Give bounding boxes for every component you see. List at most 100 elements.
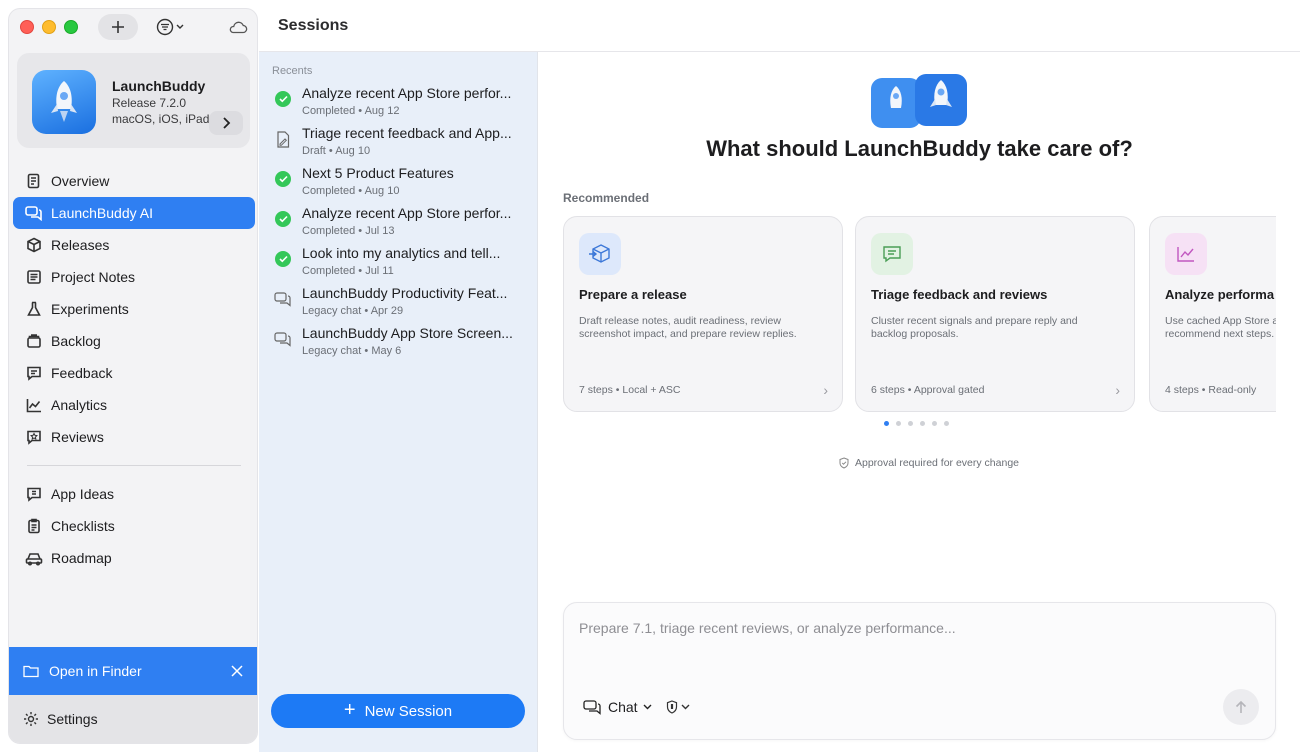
cloud-sync-button[interactable] [225, 14, 251, 40]
sidebar-divider [27, 465, 241, 466]
card-title: Triage feedback and reviews [871, 287, 1048, 302]
check-icon [274, 210, 292, 228]
permissions-selector[interactable] [666, 697, 690, 717]
chat-icon [274, 330, 292, 348]
rocket-icon [51, 81, 77, 122]
chevron-down-icon [681, 704, 690, 710]
draft-icon [274, 130, 292, 148]
sidebar-item-label: Project Notes [51, 269, 136, 285]
chat-icon [25, 204, 43, 222]
app-name: LaunchBuddy [112, 78, 206, 94]
session-title: Look into my analytics and tell... [302, 245, 501, 261]
overview-icon [25, 172, 43, 190]
composer: Chat [563, 602, 1276, 740]
sidebar-item-label: Reviews [51, 429, 104, 445]
session-item[interactable]: Triage recent feedback and App... Draft … [272, 125, 532, 165]
settings-button[interactable]: Settings [9, 695, 257, 743]
mode-label: Chat [608, 699, 638, 715]
pager-dot[interactable] [932, 421, 937, 426]
mode-selector[interactable]: Chat [583, 697, 652, 717]
window-controls [20, 20, 78, 34]
recents-label: Recents [272, 65, 313, 77]
session-item[interactable]: LaunchBuddy App Store Screen... Legacy c… [272, 325, 532, 365]
prompt-input[interactable] [579, 620, 1199, 636]
chat-icon [274, 290, 292, 308]
app-detail-button[interactable] [209, 111, 243, 135]
chart-icon [1165, 233, 1207, 275]
arrow-up-icon [1235, 700, 1247, 713]
box-icon [25, 236, 43, 254]
tray-icon [25, 332, 43, 350]
session-meta: Completed • Jul 13 [302, 225, 395, 237]
sidebar-item-label: Feedback [51, 365, 113, 381]
clipboard-icon [25, 517, 43, 535]
main-panel: What should LaunchBuddy take care of? Re… [539, 52, 1300, 752]
plus-icon [112, 21, 124, 33]
pager-dot[interactable] [884, 421, 889, 426]
new-session-button[interactable]: + New Session [271, 694, 525, 728]
sidebar-item-label: App Ideas [51, 486, 115, 502]
pager-dot[interactable] [908, 421, 913, 426]
zoom-window-button[interactable] [64, 20, 78, 34]
sidebar-item-checklists[interactable]: Checklists [13, 510, 255, 542]
pager-dot[interactable] [920, 421, 925, 426]
filter-icon [156, 18, 184, 36]
sidebar-item-roadmap[interactable]: Roadmap [13, 542, 255, 574]
filter-menu-button[interactable] [153, 14, 191, 40]
session-title: LaunchBuddy App Store Screen... [302, 325, 513, 341]
sidebar-item-app-ideas[interactable]: App Ideas [13, 478, 255, 510]
sidebar-item-releases[interactable]: Releases [13, 229, 255, 261]
app-card[interactable]: LaunchBuddy Release 7.2.0 macOS, iOS, iP… [17, 53, 250, 148]
chevron-right-icon: › [1115, 382, 1120, 398]
sidebar-item-label: Analytics [51, 397, 108, 413]
session-item[interactable]: LaunchBuddy Productivity Feat... Legacy … [272, 285, 532, 325]
session-item[interactable]: Next 5 Product Features Completed • Aug … [272, 165, 532, 205]
app-platforms: macOS, iOS, iPadOS [112, 112, 222, 126]
shield-icon [666, 700, 678, 714]
session-title: Analyze recent App Store perfor... [302, 205, 512, 221]
session-meta: Legacy chat • May 6 [302, 345, 402, 357]
app-release: Release 7.2.0 [112, 96, 187, 110]
pager-dot[interactable] [944, 421, 949, 426]
sidebar-item-reviews[interactable]: Reviews [13, 421, 255, 453]
sidebar-item-analytics[interactable]: Analytics [13, 389, 255, 421]
settings-label: Settings [47, 711, 98, 727]
box-arrow-icon [579, 233, 621, 275]
close-window-button[interactable] [20, 20, 34, 34]
session-item[interactable]: Analyze recent App Store perfor... Compl… [272, 205, 532, 245]
pager-dot[interactable] [896, 421, 901, 426]
feedback-icon [25, 364, 43, 382]
card-meta: 4 steps • Read-only [1165, 384, 1257, 396]
lightbulb-bubble-icon [25, 485, 43, 503]
session-item[interactable]: Look into my analytics and tell... Compl… [272, 245, 532, 285]
add-button[interactable] [98, 14, 138, 40]
sidebar-item-backlog[interactable]: Backlog [13, 325, 255, 357]
card-analyze-performance[interactable]: Analyze performa Use cached App Store a … [1149, 216, 1276, 412]
sidebar-item-label: Roadmap [51, 550, 112, 566]
folder-icon [23, 664, 39, 678]
chat-icon [583, 700, 601, 715]
sidebar-item-experiments[interactable]: Experiments [13, 293, 255, 325]
message-icon [871, 233, 913, 275]
card-prepare-release[interactable]: Prepare a release Draft release notes, a… [563, 216, 843, 412]
sidebar-item-project-notes[interactable]: Project Notes [13, 261, 255, 293]
launchbuddy-hero-icon [871, 74, 967, 128]
sidebar-item-feedback[interactable]: Feedback [13, 357, 255, 389]
minimize-window-button[interactable] [42, 20, 56, 34]
sidebar-item-label: Overview [51, 173, 110, 189]
check-icon [274, 90, 292, 108]
sidebar-item-overview[interactable]: Overview [13, 165, 255, 197]
open-in-finder-banner[interactable]: Open in Finder [9, 647, 257, 695]
sidebar-item-launchbuddy-ai[interactable]: LaunchBuddy AI [13, 197, 255, 229]
close-icon[interactable] [231, 662, 243, 680]
card-triage-feedback[interactable]: Triage feedback and reviews Cluster rece… [855, 216, 1135, 412]
send-button[interactable] [1223, 689, 1259, 725]
session-meta: Completed • Jul 11 [302, 265, 394, 277]
chart-icon [25, 396, 43, 414]
card-meta: 6 steps • Approval gated [871, 384, 985, 396]
session-item[interactable]: Analyze recent App Store perfor... Compl… [272, 85, 532, 125]
session-title: Triage recent feedback and App... [302, 125, 512, 141]
approval-note-text: Approval required for every change [854, 457, 1019, 469]
session-title: LaunchBuddy Productivity Feat... [302, 285, 508, 301]
sidebar-item-label: Checklists [51, 518, 115, 534]
